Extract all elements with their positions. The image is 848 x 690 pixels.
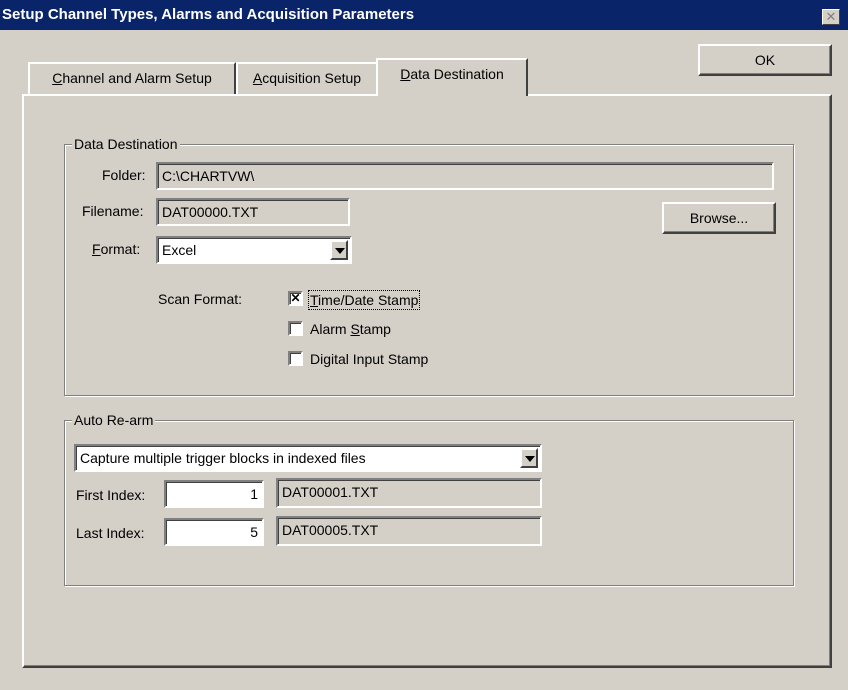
tab-data-destination[interactable]: Data Destination: [376, 58, 528, 96]
filename-field: DAT00000.TXT: [156, 198, 350, 226]
folder-label: Folder:: [102, 167, 146, 183]
close-button[interactable]: ✕: [822, 9, 840, 25]
auto-rearm-group-title: Auto Re-arm: [72, 412, 156, 428]
chevron-down-icon[interactable]: [330, 240, 348, 260]
tab-channel-and-alarm-setup[interactable]: Channel and Alarm Setup: [28, 62, 236, 94]
first-index-input[interactable]: 1: [164, 480, 264, 508]
format-label: Format:: [92, 241, 141, 257]
time-date-stamp-label: Time/Date Stamp: [308, 290, 421, 310]
checkbox-box: [288, 321, 303, 336]
ok-button[interactable]: OK: [698, 44, 832, 76]
last-index-filename: DAT00005.TXT: [276, 516, 542, 546]
last-index-input[interactable]: 5: [164, 518, 264, 546]
checkbox-box: [288, 351, 303, 366]
tab-acquisition-setup[interactable]: Acquisition Setup: [236, 62, 378, 94]
close-icon: ✕: [825, 9, 837, 24]
last-index-label: Last Index:: [76, 525, 145, 541]
digital-input-stamp-label: Digital Input Stamp: [310, 351, 429, 367]
folder-field: C:\CHARTVW\: [156, 162, 774, 190]
check-icon: ✕: [288, 291, 303, 306]
browse-button[interactable]: Browse...: [662, 202, 776, 234]
scan-format-label: Scan Format:: [158, 291, 243, 307]
alarm-stamp-label: Alarm Stamp: [310, 321, 391, 337]
format-dropdown[interactable]: Excel: [156, 236, 352, 264]
first-index-label: First Index:: [76, 487, 146, 503]
rearm-mode-value: Capture multiple trigger blocks in index…: [80, 450, 366, 466]
first-index-filename: DAT00001.TXT: [276, 478, 542, 508]
format-value: Excel: [162, 242, 197, 258]
chevron-down-icon[interactable]: [520, 448, 538, 468]
window-title: Setup Channel Types, Alarms and Acquisit…: [2, 6, 415, 23]
filename-label: Filename:: [82, 203, 144, 219]
rearm-mode-dropdown[interactable]: Capture multiple trigger blocks in index…: [74, 444, 542, 472]
data-destination-group-title: Data Destination: [72, 136, 180, 152]
